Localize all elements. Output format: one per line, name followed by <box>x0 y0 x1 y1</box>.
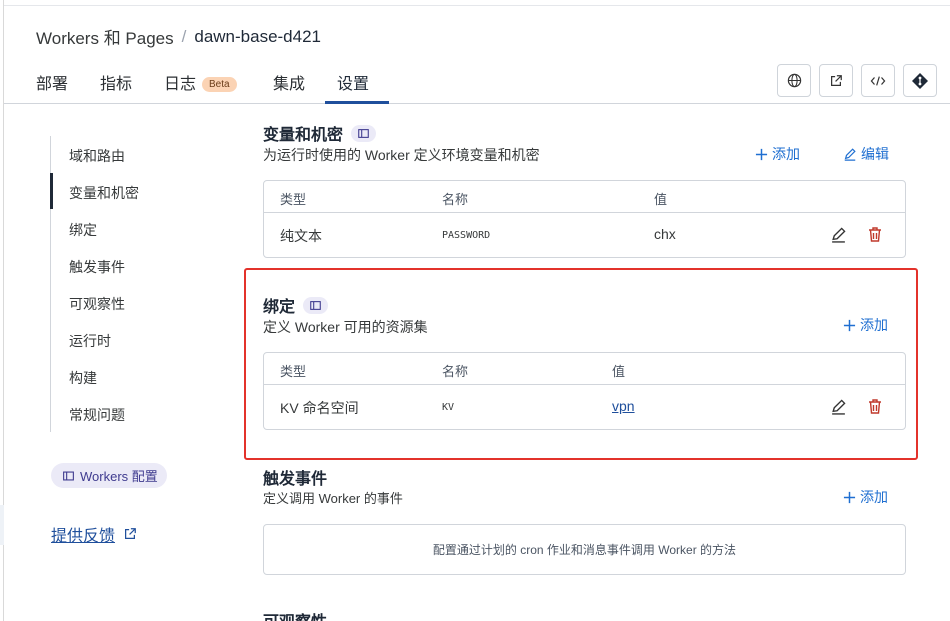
external-link-icon <box>831 74 842 86</box>
col-type: 类型 <box>280 192 307 207</box>
table-row: 纯文本 PASSWORD chx <box>264 213 905 257</box>
edit-label: 编辑 <box>861 146 889 162</box>
feedback-label: 提供反馈 <box>51 528 116 545</box>
triggers-desc: 定义调用 Worker 的事件 <box>263 491 403 506</box>
side-item-triggers[interactable]: 触发事件 <box>69 257 125 277</box>
observability-title: 可观察性 <box>263 608 327 621</box>
delete-icon[interactable] <box>867 226 883 243</box>
settings-side-nav: 域和路由 变量和机密 绑定 触发事件 可观察性 运行时 构建 常规问题 <box>50 136 200 432</box>
side-item-build[interactable]: 构建 <box>69 368 97 388</box>
external-link-icon <box>125 528 136 539</box>
top-strip <box>0 0 950 6</box>
book-icon <box>63 471 74 480</box>
empty-state-text: 配置通过计划的 cron 作业和消息事件调用 Worker 的方法 <box>432 543 737 557</box>
tab-label: 部署 <box>36 76 69 93</box>
variables-table: 类型 名称 值 纯文本 PASSWORD chx <box>263 180 906 258</box>
left-edge-marker <box>0 505 4 545</box>
variables-title-text: 变量和机密 <box>263 127 344 144</box>
tab-label: 指标 <box>100 76 133 93</box>
git-icon <box>912 72 928 89</box>
plus-icon <box>843 491 856 503</box>
triggers-empty-state: 配置通过计划的 cron 作业和消息事件调用 Worker 的方法 <box>263 524 906 575</box>
globe-icon <box>787 73 801 88</box>
visit-button[interactable] <box>819 64 853 97</box>
edit-variables-button[interactable]: 编辑 <box>843 144 889 164</box>
cell-type: 纯文本 <box>280 228 322 244</box>
git-button[interactable] <box>903 64 937 97</box>
domain-button[interactable] <box>777 64 811 97</box>
tab-logs[interactable]: 日志 Beta <box>164 70 237 94</box>
triggers-title-text: 触发事件 <box>263 471 328 488</box>
tab-settings[interactable]: 设置 <box>337 70 369 94</box>
plus-icon <box>755 148 768 160</box>
workers-config-pill[interactable]: Workers 配置 <box>51 463 167 488</box>
add-variable-button[interactable]: 添加 <box>755 144 800 164</box>
side-item-general[interactable]: 常规问题 <box>69 405 125 425</box>
tab-deployments[interactable]: 部署 <box>36 70 68 94</box>
workers-config-label: Workers 配置 <box>80 469 158 484</box>
breadcrumb: Workers 和 Pages / dawn-base-d421 <box>36 24 321 49</box>
edit-icon[interactable] <box>830 226 847 243</box>
side-item-observability[interactable]: 可观察性 <box>69 294 125 314</box>
tab-label: 设置 <box>337 76 370 93</box>
beta-badge: Beta <box>202 77 237 93</box>
col-name: 名称 <box>442 192 469 207</box>
highlight-box <box>244 268 918 460</box>
col-value: 值 <box>654 192 668 207</box>
feedback-link[interactable]: 提供反馈 <box>51 522 137 546</box>
breadcrumb-separator: / <box>181 26 187 46</box>
side-item-runtime[interactable]: 运行时 <box>69 331 111 351</box>
book-icon <box>358 128 369 138</box>
tab-metrics[interactable]: 指标 <box>100 70 132 94</box>
side-item-bindings[interactable]: 绑定 <box>69 220 97 240</box>
tab-label: 日志 <box>164 76 197 93</box>
triggers-title: 触发事件 <box>263 465 327 489</box>
cell-value: chx <box>654 226 676 242</box>
add-trigger-button[interactable]: 添加 <box>843 487 888 507</box>
side-item-variables[interactable]: 变量和机密 <box>69 183 139 203</box>
breadcrumb-parent[interactable]: Workers 和 Pages <box>36 24 174 49</box>
tab-integrations[interactable]: 集成 <box>273 70 305 94</box>
breadcrumb-current: dawn-base-d421 <box>194 26 322 46</box>
edit-code-button[interactable] <box>861 64 895 97</box>
cell-name: PASSWORD <box>442 230 491 241</box>
variables-title: 变量和机密 <box>263 121 377 145</box>
pencil-icon <box>844 148 856 161</box>
observability-title-text: 可观察性 <box>263 608 327 621</box>
tab-label: 集成 <box>273 76 306 93</box>
add-label: 添加 <box>860 489 888 505</box>
table-header: 类型 名称 值 <box>264 181 905 213</box>
docs-badge[interactable] <box>351 124 377 142</box>
code-icon <box>870 75 886 86</box>
add-label: 添加 <box>772 146 800 162</box>
side-item-domains[interactable]: 域和路由 <box>69 146 125 166</box>
active-tab-indicator <box>325 101 389 104</box>
side-nav-active-indicator <box>50 173 53 209</box>
variables-desc: 为运行时使用的 Worker 定义环境变量和机密 <box>263 147 540 163</box>
